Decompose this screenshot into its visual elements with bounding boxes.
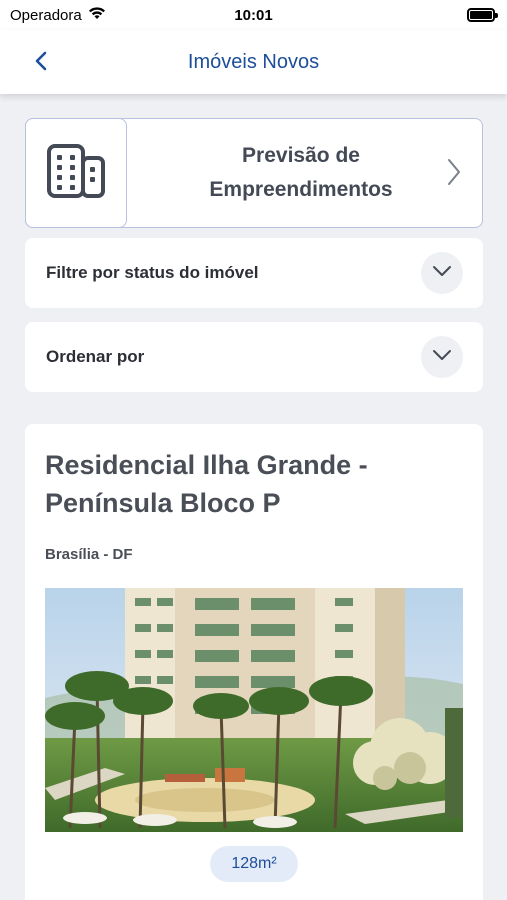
chevron-down-icon <box>432 348 452 366</box>
back-button[interactable] <box>26 48 56 78</box>
forecast-title-line2: Empreendimentos <box>209 178 393 201</box>
chevron-down-icon <box>432 264 452 282</box>
carrier-label: Operadora <box>10 6 82 24</box>
property-title-line2: Península Bloco P <box>45 488 281 518</box>
forecast-developments-card[interactable]: Previsão de Empreendimentos <box>25 118 483 228</box>
status-left: Operadora <box>10 6 106 24</box>
property-photo <box>45 588 463 832</box>
sort-dropdown[interactable]: Ordenar por <box>25 322 483 392</box>
status-filter-label: Filtre por status do imóvel <box>46 263 259 282</box>
area-badge: 128m² <box>210 846 298 882</box>
sort-label: Ordenar por <box>46 347 145 366</box>
sort-toggle[interactable] <box>421 336 463 378</box>
building-icon <box>45 140 107 207</box>
property-card[interactable]: Residencial Ilha Grande - Península Bloc… <box>25 424 483 900</box>
status-filter-dropdown[interactable]: Filtre por status do imóvel <box>25 238 483 308</box>
wifi-icon <box>88 6 106 24</box>
forecast-icon-box <box>25 118 127 228</box>
forecast-title-line1: Previsão de <box>242 144 360 167</box>
chevron-right-icon <box>446 157 462 192</box>
property-title-line1: Residencial Ilha Grande - <box>45 450 368 480</box>
property-location: Brasília - DF <box>45 546 133 563</box>
status-bar: Operadora 10:01 <box>0 0 507 30</box>
navigation-bar: Imóveis Novos <box>0 30 507 94</box>
property-title: Residencial Ilha Grande - Península Bloc… <box>45 446 465 522</box>
status-filter-toggle[interactable] <box>421 252 463 294</box>
battery-icon <box>467 8 498 22</box>
page-title: Imóveis Novos <box>187 50 320 73</box>
forecast-title: Previsão de Empreendimentos <box>166 139 436 207</box>
chevron-left-icon <box>34 51 48 76</box>
